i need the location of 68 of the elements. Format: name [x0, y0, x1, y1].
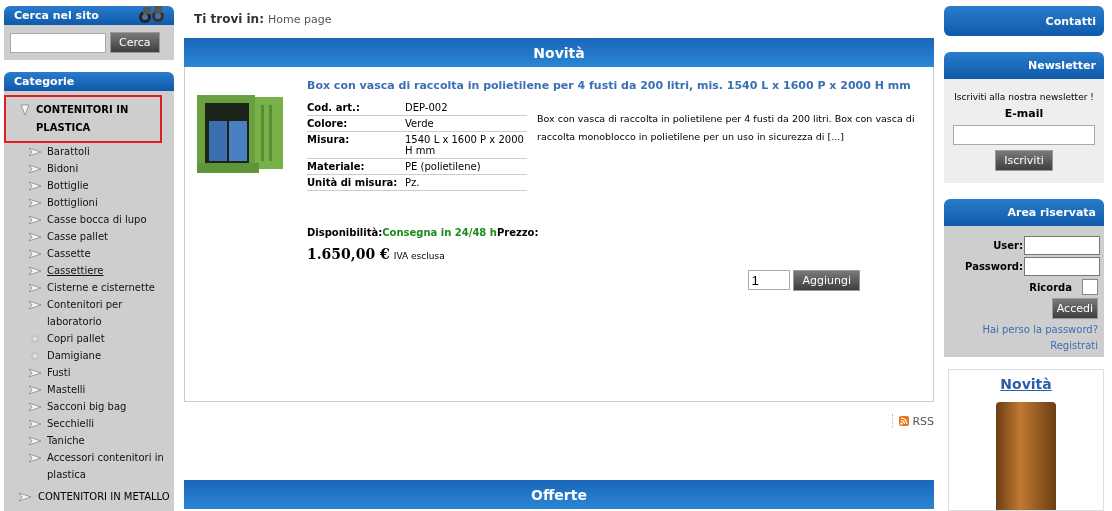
category-item[interactable]: CONTENITORI IN METALLO: [4, 483, 174, 511]
spec-value: Pz.: [405, 174, 527, 191]
category-link[interactable]: Bottiglie: [47, 177, 89, 194]
tax-note: IVA esclusa: [393, 251, 445, 261]
news-link[interactable]: Novità: [1000, 376, 1052, 392]
category-link[interactable]: Fusti: [47, 364, 71, 381]
password-field[interactable]: [1024, 257, 1100, 276]
password-label: Password:: [965, 261, 1023, 272]
section-title: Offerte: [531, 486, 587, 503]
contacts-header[interactable]: Contatti: [944, 6, 1104, 36]
category-link[interactable]: Barattoli: [47, 143, 90, 160]
category-link[interactable]: Mastelli: [47, 381, 86, 398]
remember-label: Ricorda: [1029, 281, 1072, 293]
panel-title: Cerca nel sito: [14, 8, 99, 22]
category-link[interactable]: Secchielli: [47, 415, 95, 432]
category-link[interactable]: Cisterne e cisternette: [47, 279, 155, 296]
category-link[interactable]: Damigiane: [47, 347, 102, 364]
category-link[interactable]: Bidoni: [47, 160, 79, 177]
subscribe-button[interactable]: Iscriviti: [995, 150, 1053, 171]
category-link[interactable]: Contenitori per laboratorio: [47, 296, 174, 330]
category-link[interactable]: Casse pallet: [47, 228, 108, 245]
category-link[interactable]: Casse bocca di lupo: [47, 211, 147, 228]
caret-down-icon: [20, 101, 30, 116]
newsletter-text: Iscriviti alla nostra newsletter !: [954, 92, 1094, 102]
availability-value: Consegna in 24/48 h: [382, 227, 497, 238]
breadcrumb-link[interactable]: Home page: [267, 12, 332, 26]
search-button[interactable]: Cerca: [110, 32, 160, 53]
availability-label: Disponibilità:: [307, 227, 383, 238]
login-button[interactable]: Accedi: [1051, 298, 1098, 319]
add-button[interactable]: Aggiungi: [793, 270, 860, 291]
panel-title: Newsletter: [1028, 59, 1096, 72]
rss-link[interactable]: RSS: [892, 414, 934, 428]
quantity-field[interactable]: 1: [748, 270, 791, 290]
search-field[interactable]: [10, 32, 106, 53]
category-link[interactable]: Accessori contenitori in plastica: [47, 449, 174, 483]
panel-title: Contatti: [1045, 14, 1096, 28]
spec-value: Verde: [405, 115, 527, 132]
spec-label: Misura:: [307, 131, 405, 159]
price-label: Prezzo:: [496, 227, 539, 238]
category-link[interactable]: Cassette: [47, 245, 91, 262]
panel-title: Area riservata: [1007, 206, 1096, 219]
panel-title: Categorie: [14, 75, 75, 89]
binoculars-icon: [138, 6, 166, 25]
spec-label: Cod. art.:: [307, 100, 405, 116]
email-field[interactable]: [953, 125, 1095, 145]
category-link[interactable]: Copri pallet: [47, 330, 105, 347]
breadcrumb-label: Ti trovi in:: [194, 12, 264, 26]
category-link[interactable]: Sacconi big bag: [47, 398, 127, 415]
category-link[interactable]: Taniche: [47, 432, 85, 449]
email-label: E-mail: [1004, 107, 1044, 120]
user-label: User:: [992, 240, 1023, 251]
spec-label: Materiale:: [307, 158, 405, 175]
spec-label: Unità di misura:: [307, 174, 405, 191]
user-field[interactable]: [1024, 236, 1100, 255]
spec-value: PE (polietilene): [405, 158, 527, 175]
spec-label: Colore:: [307, 115, 405, 132]
product-title-link[interactable]: Box con vasca di raccolta in polietilene per 4 fusti da 200 litri, mis. 1540 L x 1600 P x 2000 H mm: [307, 79, 923, 92]
arrow-icon: [18, 489, 32, 502]
spec-value: DEP-002: [405, 100, 527, 116]
rss-icon: [899, 416, 910, 426]
spec-value: 1540 L x 1600 P x 2000 H mm: [405, 131, 527, 159]
category-link[interactable]: Cassettiere: [47, 262, 104, 279]
section-title: Novità: [533, 44, 585, 61]
category-item[interactable]: CONTENITORI IN PLASTICA: [4, 95, 162, 143]
category-link[interactable]: Bottiglioni: [47, 194, 98, 211]
remember-checkbox[interactable]: [1082, 279, 1098, 295]
price-value: 1.650,00 €: [307, 246, 390, 262]
product-description: Box con vasca di raccolta in polietilene per 4 fusti da 200 litri. Box con vasca di raccolta monoblocco in polietilene per un uso in sicurezza di [...]: [537, 112, 916, 144]
